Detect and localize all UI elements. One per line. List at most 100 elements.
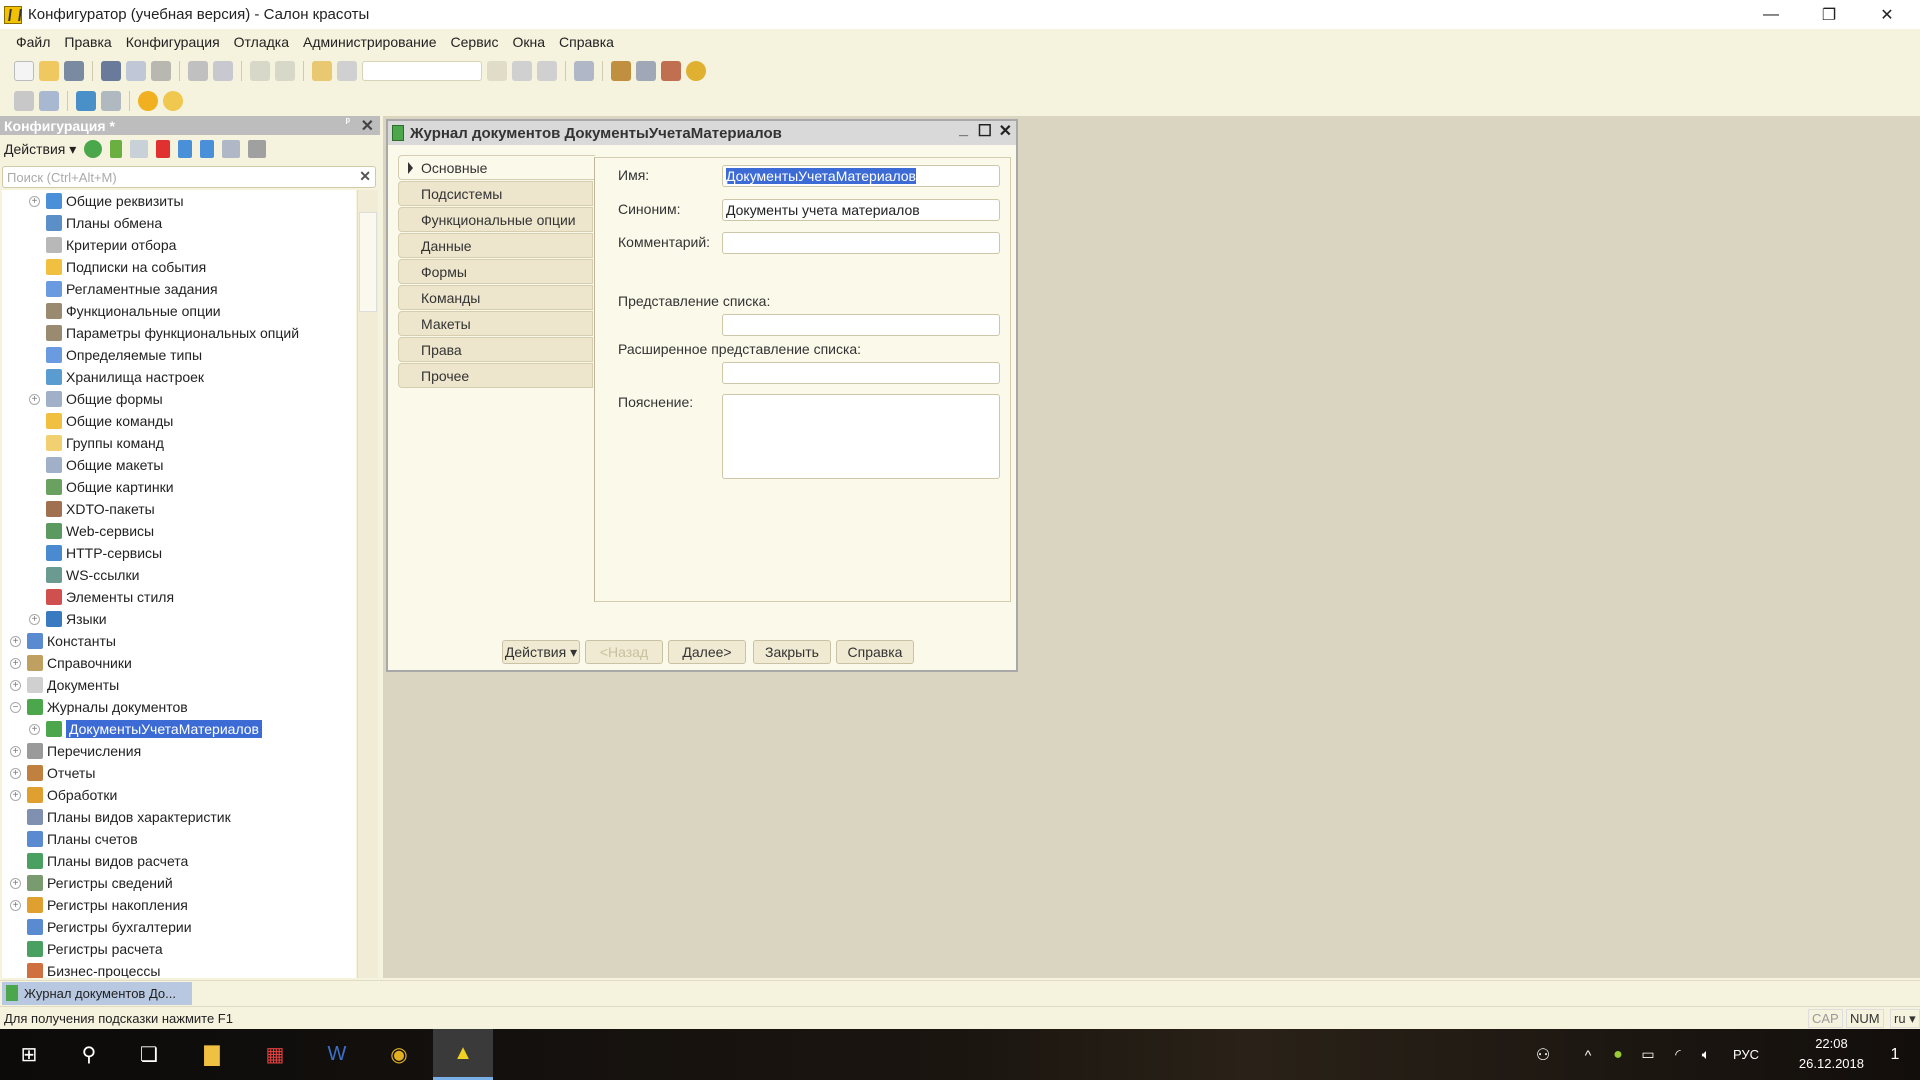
tree-item[interactable]: + ДокументыУчетаМатериалов <box>2 718 356 740</box>
help-search-icon[interactable] <box>636 61 656 81</box>
menu-help[interactable]: Справка <box>559 34 614 50</box>
new-icon[interactable] <box>14 61 34 81</box>
open-icon[interactable] <box>39 61 59 81</box>
expand-icon[interactable]: + <box>29 195 40 207</box>
expand-icon[interactable]: + <box>10 899 21 911</box>
chrome-icon[interactable]: ◉ <box>370 1029 428 1080</box>
menu-administration[interactable]: Администрирование <box>303 34 437 50</box>
menu-windows[interactable]: Окна <box>512 34 545 50</box>
window-tab-journal[interactable]: Журнал документов До... <box>2 982 192 1005</box>
tree-item[interactable]: + Регистры накопления <box>2 894 356 916</box>
find-next-icon[interactable] <box>512 61 532 81</box>
tree-item[interactable]: Общие картинки <box>2 476 356 498</box>
tree-item[interactable]: Подписки на события <box>2 256 356 278</box>
comment-field[interactable] <box>722 232 1000 254</box>
tree-item[interactable]: Планы видов расчета <box>2 850 356 872</box>
tab-4[interactable]: Формы <box>398 259 593 284</box>
tab-7[interactable]: Права <box>398 337 593 362</box>
delete-icon[interactable] <box>156 140 171 158</box>
tab-2[interactable]: Функциональные опции <box>398 207 593 232</box>
tree-item[interactable]: Функциональные опции <box>2 300 356 322</box>
expand-icon[interactable]: + <box>10 789 21 801</box>
tree-item[interactable]: Общие команды <box>2 410 356 432</box>
menu-configuration[interactable]: Конфигурация <box>126 34 220 50</box>
tree-item[interactable]: + Константы <box>2 630 356 652</box>
collapse-icon[interactable]: − <box>10 701 21 713</box>
tree-item[interactable]: + Языки <box>2 608 356 630</box>
tree-item[interactable]: Хранилища настроек <box>2 366 356 388</box>
tree-item[interactable]: + Общие реквизиты <box>2 190 356 212</box>
close-button[interactable]: ✕ <box>1858 0 1916 29</box>
store-icon[interactable]: ▦ <box>246 1029 304 1080</box>
file-explorer-icon[interactable]: ▇ <box>183 1029 241 1080</box>
save-icon[interactable] <box>64 61 84 81</box>
task-view-icon[interactable]: ❏ <box>120 1029 178 1080</box>
windows-icon[interactable] <box>574 61 594 81</box>
tree-item[interactable]: Элементы стиля <box>2 586 356 608</box>
tree-item[interactable]: WS-ссылки <box>2 564 356 586</box>
copy-icon[interactable] <box>126 61 146 81</box>
copy-item-icon[interactable] <box>130 140 149 158</box>
tree-item[interactable]: Критерии отбора <box>2 234 356 256</box>
assistant-icon[interactable] <box>611 61 631 81</box>
tree-item[interactable]: + Общие формы <box>2 388 356 410</box>
move-up-icon[interactable] <box>178 140 193 158</box>
next-button[interactable]: Далее> <box>668 640 746 664</box>
tree-item[interactable]: Группы команд <box>2 432 356 454</box>
back-button[interactable]: <Назад <box>585 640 663 664</box>
tab-8[interactable]: Прочее <box>398 363 593 388</box>
config-tree-icon[interactable] <box>14 91 34 111</box>
tree-item[interactable]: − Журналы документов <box>2 696 356 718</box>
search-icon[interactable]: ⚲ <box>60 1029 118 1080</box>
1c-configurator-icon[interactable]: ▲ <box>433 1029 493 1080</box>
menu-edit[interactable]: Правка <box>64 34 111 50</box>
language-selector[interactable]: ru ▾ <box>1890 1009 1920 1028</box>
tree-search-input[interactable]: Поиск (Ctrl+Alt+M) ✕ <box>2 166 376 188</box>
clear-icon[interactable] <box>487 61 507 81</box>
tree-item[interactable]: XDTO-пакеты <box>2 498 356 520</box>
print-preview-icon[interactable] <box>213 61 233 81</box>
minimize-button[interactable]: — <box>1742 0 1800 29</box>
config-compare-icon[interactable] <box>39 91 59 111</box>
redo-icon[interactable] <box>275 61 295 81</box>
toolbar-search-input[interactable] <box>362 61 482 81</box>
actions-menu[interactable]: Действия ▾ <box>4 141 76 158</box>
word-icon[interactable]: W <box>308 1029 366 1080</box>
tree-item[interactable]: + Документы <box>2 674 356 696</box>
help-button[interactable]: Справка <box>836 640 914 664</box>
tree-item[interactable]: + Регистры сведений <box>2 872 356 894</box>
expand-icon[interactable]: + <box>10 745 21 757</box>
tree-item[interactable]: + Справочники <box>2 652 356 674</box>
menu-service[interactable]: Сервис <box>451 34 499 50</box>
tree-item[interactable]: Бизнес-процессы <box>2 960 356 978</box>
pin-icon[interactable]: ᵖ <box>346 116 350 128</box>
tree-item[interactable]: Регламентные задания <box>2 278 356 300</box>
find-icon[interactable] <box>312 61 332 81</box>
tab-0[interactable]: Основные <box>398 155 595 180</box>
filter-icon[interactable] <box>248 140 267 158</box>
explanation-field[interactable] <box>722 394 1000 479</box>
tab-1[interactable]: Подсистемы <box>398 181 593 206</box>
tree-item[interactable]: Регистры бухгалтерии <box>2 916 356 938</box>
cut-icon[interactable] <box>101 61 121 81</box>
sort-icon[interactable] <box>222 140 241 158</box>
start-windows-icon[interactable]: ⊞ <box>0 1029 58 1080</box>
undo-icon[interactable] <box>250 61 270 81</box>
tree-item[interactable]: Общие макеты <box>2 454 356 476</box>
tree-item[interactable]: Планы видов характеристик <box>2 806 356 828</box>
search-icon[interactable] <box>337 61 357 81</box>
tree-item[interactable]: + Перечисления <box>2 740 356 762</box>
actions-button[interactable]: Действия ▾ <box>502 640 580 664</box>
list-presentation-field[interactable] <box>722 314 1000 336</box>
paste-icon[interactable] <box>151 61 171 81</box>
find-prev-icon[interactable] <box>537 61 557 81</box>
panel-close-icon[interactable]: ✕ <box>361 116 374 136</box>
move-down-icon[interactable] <box>200 140 215 158</box>
menu-file[interactable]: Файл <box>16 34 50 50</box>
tree-item[interactable]: + Обработки <box>2 784 356 806</box>
tree-item[interactable]: Web-сервисы <box>2 520 356 542</box>
dialog-minimize-button[interactable]: _ <box>959 121 968 139</box>
tree-scrollbar[interactable] <box>357 190 378 978</box>
name-field[interactable]: ДокументыУчетаМатериалов <box>722 165 1000 187</box>
expand-icon[interactable]: + <box>29 393 40 405</box>
